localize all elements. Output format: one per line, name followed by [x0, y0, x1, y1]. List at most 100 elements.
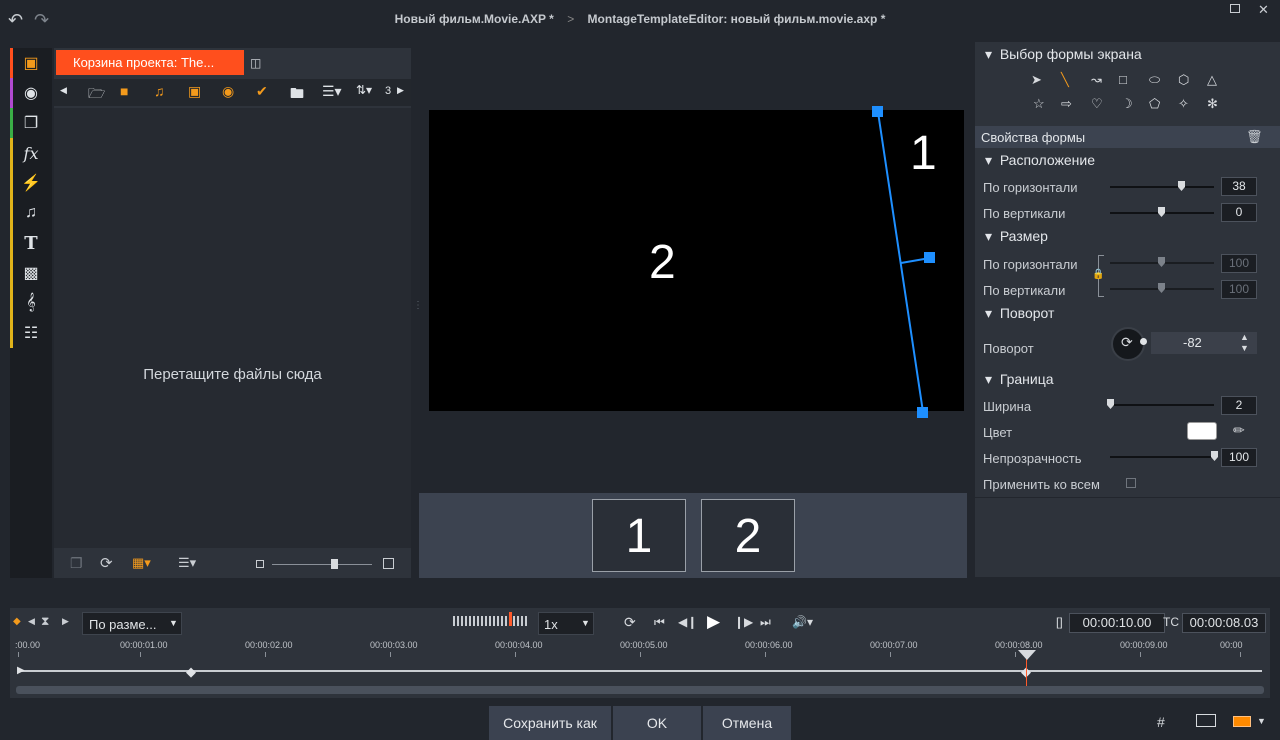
grid-toggle-icon[interactable]: # [1157, 714, 1165, 730]
six-point-star-icon[interactable]: ✻ [1207, 96, 1218, 112]
heart-icon[interactable]: ♡ [1091, 96, 1103, 112]
lock-icon[interactable]: 🔒 [1092, 269, 1104, 280]
cancel-button[interactable]: Отмена [703, 706, 791, 740]
montage-icon[interactable]: ▩ [10, 258, 52, 288]
grid-view-icon[interactable]: ▦▾ [132, 555, 151, 571]
details-view-icon[interactable]: ☰▾ [178, 555, 196, 571]
line-start-handle[interactable] [872, 106, 883, 117]
ok-button[interactable]: OK [613, 706, 701, 740]
opacity-slider[interactable] [1110, 456, 1214, 458]
save-as-button[interactable]: Сохранить как [489, 706, 611, 740]
apply-all-checkbox[interactable] [1126, 478, 1136, 488]
divider-shape[interactable] [429, 110, 964, 411]
scroll-right-icon[interactable]: ▶ [397, 85, 404, 96]
region-thumb[interactable]: 1 [592, 499, 686, 572]
size-v-knob[interactable] [1158, 283, 1165, 293]
project-bin-tab[interactable]: Корзина проекта: The... [56, 50, 244, 75]
rectangle-icon[interactable]: □ [1119, 72, 1127, 87]
remove-keyframe-icon[interactable]: ⧗ [41, 614, 49, 629]
aspect-ratio-icon[interactable] [1233, 716, 1251, 727]
collections-icon[interactable]: ❐ [10, 108, 52, 138]
restore-window-icon[interactable] [1230, 4, 1240, 13]
effects-fx-icon[interactable]: fx [10, 138, 52, 168]
eyedropper-icon[interactable]: ✏ [1233, 422, 1245, 439]
splitter-handle[interactable]: ⋮ [413, 301, 423, 311]
thumb-size-slider[interactable] [272, 564, 372, 565]
pentagon-icon[interactable]: ⬠ [1149, 96, 1160, 112]
timecode-display[interactable]: 00:00:08.03 [1182, 613, 1266, 633]
border-width-knob[interactable] [1107, 399, 1114, 409]
start-keyframe-marker[interactable]: ▶ [17, 665, 25, 676]
triangle-icon[interactable]: △ [1207, 72, 1217, 88]
step-back-icon[interactable]: ◀❙ [678, 615, 697, 629]
border-width-slider[interactable] [1110, 404, 1214, 406]
step-forward-icon[interactable]: ❙▶ [734, 615, 753, 629]
scroll-left-icon[interactable]: ◀ [60, 85, 67, 96]
music-note-icon[interactable]: ♫ [10, 198, 52, 228]
line-icon[interactable]: ╲ [1061, 72, 1069, 88]
play-icon[interactable]: ▶ [707, 612, 720, 632]
add-keyframe-icon[interactable]: ◆ [13, 616, 21, 627]
opacity-knob[interactable] [1211, 451, 1218, 461]
rotation-section-header[interactable]: ▾ Поворот [985, 305, 1054, 322]
hexagon-icon[interactable]: ⬡ [1178, 72, 1189, 88]
border-width-input[interactable]: 2 [1221, 396, 1257, 415]
piano-icon[interactable]: ☷ [10, 318, 52, 348]
preview-canvas[interactable]: 1 2 [429, 106, 964, 418]
four-point-star-icon[interactable]: ✧ [1178, 96, 1189, 112]
pos-v-knob[interactable] [1158, 207, 1165, 217]
folder-icon[interactable]: 🖿 [290, 83, 304, 107]
go-to-end-icon[interactable]: ⏭ [760, 615, 771, 630]
region-thumb[interactable]: 2 [701, 499, 795, 572]
rotation-spinner[interactable]: ▲ ▼ [1240, 332, 1249, 354]
star-icon[interactable]: ☆ [1033, 96, 1045, 112]
check-icon[interactable]: ✔ [256, 83, 268, 100]
thumb-size-knob[interactable] [331, 559, 338, 569]
arrow-cursor-icon[interactable]: ➤ [1031, 72, 1042, 88]
duration-display[interactable]: 00:00:10.00 [1069, 613, 1165, 633]
shuttle-marker[interactable] [509, 612, 512, 626]
large-thumb-icon[interactable] [383, 558, 394, 569]
aspect-dropdown-icon[interactable]: ▼ [1257, 716, 1266, 726]
folder-add-icon[interactable]: 🗁 [88, 83, 105, 107]
new-tab-icon[interactable]: ◫ [250, 56, 261, 70]
video-icon[interactable]: ■ [120, 83, 128, 99]
pos-h-slider[interactable] [1110, 186, 1214, 188]
line-end-handle[interactable] [917, 407, 928, 418]
transitions-bolt-icon[interactable]: ⚡ [10, 168, 52, 198]
rotation-handle[interactable] [924, 252, 935, 263]
refresh-icon[interactable]: ⟳ [100, 554, 113, 572]
sort-icon[interactable]: ⇅▾ [356, 83, 372, 97]
pos-v-input[interactable]: 0 [1221, 203, 1257, 222]
playhead-head[interactable] [1018, 650, 1036, 660]
project-icon[interactable]: ◉ [222, 83, 234, 100]
trash-icon[interactable]: 🗑 [1246, 129, 1263, 145]
bin-drop-area[interactable]: Перетащите файлы сюда [54, 108, 411, 548]
shuttle-control[interactable] [453, 616, 529, 626]
title-text-icon[interactable]: T [10, 228, 52, 258]
timeline-scrollbar[interactable] [16, 686, 1264, 694]
prev-keyframe-icon[interactable]: ◀ [28, 616, 35, 627]
audio-icon[interactable]: ♫ [154, 83, 165, 99]
keyframe-marker[interactable]: ◆ [186, 664, 196, 680]
color-swatch[interactable] [1187, 422, 1217, 440]
shape-picker-header[interactable]: ▾ Выбор формы экрана [985, 46, 1142, 63]
film-reel-icon[interactable]: ◉ [10, 78, 52, 108]
volume-icon[interactable]: 🔊▾ [792, 615, 813, 629]
treble-clef-icon[interactable]: 𝄞 [10, 288, 52, 318]
photo-icon[interactable]: ▣ [188, 83, 201, 100]
polyline-icon[interactable]: ↝ [1091, 72, 1102, 88]
close-window-icon[interactable]: ✕ [1258, 2, 1269, 18]
opacity-input[interactable]: 100 [1221, 448, 1257, 467]
ellipse-icon[interactable]: ⬭ [1149, 72, 1160, 88]
pos-h-knob[interactable] [1178, 181, 1185, 191]
border-section-header[interactable]: ▾ Граница [985, 371, 1054, 388]
next-keyframe-icon[interactable]: ▶ [62, 616, 69, 627]
position-section-header[interactable]: ▾ Расположение [985, 152, 1095, 169]
size-section-header[interactable]: ▾ Размер [985, 228, 1048, 245]
speed-select[interactable]: 1x ▼ [538, 612, 594, 635]
fit-zoom-select[interactable]: По разме... ▼ [82, 612, 182, 635]
list-view-icon[interactable]: ☰▾ [322, 83, 342, 100]
rotation-dial-knob[interactable] [1140, 338, 1147, 345]
copy-icon[interactable]: ❐ [70, 555, 83, 572]
